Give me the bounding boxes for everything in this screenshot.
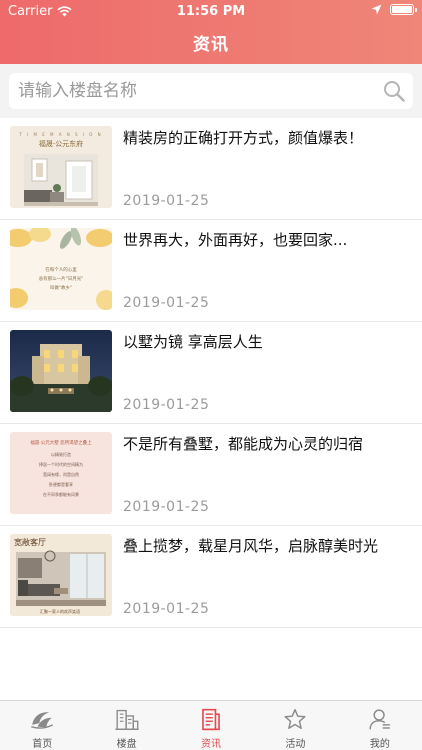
app-header: Carrier 11:56 PM 资讯 <box>0 0 422 64</box>
article-title[interactable]: 精装房的正确打开方式，颜值爆表！ <box>123 127 414 148</box>
tab-profile-label: 我的 <box>369 739 390 750</box>
battery-icon <box>390 4 417 15</box>
article-date: 2019-01-25 <box>123 295 210 311</box>
profile-icon <box>369 709 390 730</box>
tab-news[interactable]: 资讯 <box>169 701 253 750</box>
news-icon <box>202 708 220 731</box>
home-icon <box>31 712 54 729</box>
article-thumbnail <box>10 330 112 412</box>
tab-activities-label: 活动 <box>285 739 306 750</box>
article-title[interactable]: 叠上揽梦，载星月风华，启脉醇美时光 <box>123 535 414 556</box>
article-date: 2019-01-25 <box>123 499 210 515</box>
article-title[interactable]: 不是所有叠墅，都能成为心灵的归宿 <box>123 433 414 454</box>
thumb-caption: 卧便都是奢享 <box>49 481 73 487</box>
article-date: 2019-01-25 <box>123 601 210 617</box>
search-icon[interactable] <box>383 80 405 102</box>
article-list: T I M E M A N S I O N 福晟·公元东府 精装房的正确打开方式… <box>0 118 422 628</box>
search-box[interactable] <box>9 73 413 109</box>
thumb-caption: 福晟·公元东府 <box>39 139 83 148</box>
article-title[interactable]: 世界再大，外面再好，也要回家... <box>123 229 414 250</box>
article-thumbnail: 福晟·公元大墅 您所渴望之叠上 以精致打造 择居一个时代的空间精为 宽阔有缘，尚… <box>10 432 112 514</box>
search-input[interactable] <box>9 73 369 109</box>
article-thumbnail: 宽敞客厅 汇聚一家人的欢声笑语 <box>10 534 112 616</box>
thumb-caption: 宽敞客厅 <box>14 537 46 547</box>
article-thumbnail: T I M E M A N S I O N 福晟·公元东府 <box>10 126 112 208</box>
thumb-caption: 择居一个时代的空间精为 <box>39 461 83 467</box>
tab-profile[interactable]: 我的 <box>338 701 422 750</box>
list-item[interactable]: 以墅为镜 享高层人生 2019-01-25 <box>0 322 422 424</box>
thumb-caption: 叫做"故乡" <box>50 284 72 291</box>
svg-text:T I M E M A N S I O N: T I M E M A N S I O N <box>18 132 102 137</box>
location-arrow-icon <box>371 4 382 15</box>
tab-home[interactable]: 首页 <box>0 701 84 750</box>
thumb-caption: 汇聚一家人的欢声笑语 <box>40 608 80 614</box>
star-icon <box>284 708 306 729</box>
list-item[interactable]: 宽敞客厅 汇聚一家人的欢声笑语 叠上揽梦，载星月风华，启脉醇美时光 2019-0… <box>0 526 422 628</box>
article-title[interactable]: 以墅为镜 享高层人生 <box>123 331 414 352</box>
list-item[interactable]: 福晟·公元大墅 您所渴望之叠上 以精致打造 择居一个时代的空间精为 宽阔有缘，尚… <box>0 424 422 526</box>
list-item[interactable]: T I M E M A N S I O N 福晟·公元东府 精装房的正确打开方式… <box>0 118 422 220</box>
list-item[interactable]: 在每个人的心里 总有那么一片"日月光" 叫做"故乡" 世界再大，外面再好，也要回… <box>0 220 422 322</box>
article-date: 2019-01-25 <box>123 193 210 209</box>
tab-news-label: 资讯 <box>201 739 222 750</box>
tab-home-label: 首页 <box>32 739 53 750</box>
thumb-caption: 宽阔有缘，尚是自然 <box>43 471 79 477</box>
tab-buildings[interactable]: 楼盘 <box>84 701 168 750</box>
thumb-caption: 总有那么一片"日月光" <box>39 275 84 282</box>
status-bar: Carrier 11:56 PM <box>0 0 422 22</box>
status-time: 11:56 PM <box>176 4 246 19</box>
article-thumbnail: 在每个人的心里 总有那么一片"日月光" 叫做"故乡" <box>10 228 112 310</box>
search-bar <box>0 64 422 118</box>
tab-bar: 首页 楼盘 资讯 活动 我的 <box>0 700 422 750</box>
thumb-caption: 在每个人的心里 <box>45 266 77 273</box>
page-title: 资讯 <box>193 35 229 55</box>
tab-buildings-label: 楼盘 <box>116 739 137 750</box>
status-right <box>371 4 417 15</box>
thumb-caption: 福晟·公元大墅 您所渴望之叠上 <box>30 439 92 446</box>
article-date: 2019-01-25 <box>123 397 210 413</box>
buildings-icon <box>115 709 139 730</box>
thumb-caption: 以精致打造 <box>51 451 71 457</box>
thumb-caption: 在不同季都能有风景 <box>43 491 79 497</box>
tab-activities[interactable]: 活动 <box>253 701 337 750</box>
